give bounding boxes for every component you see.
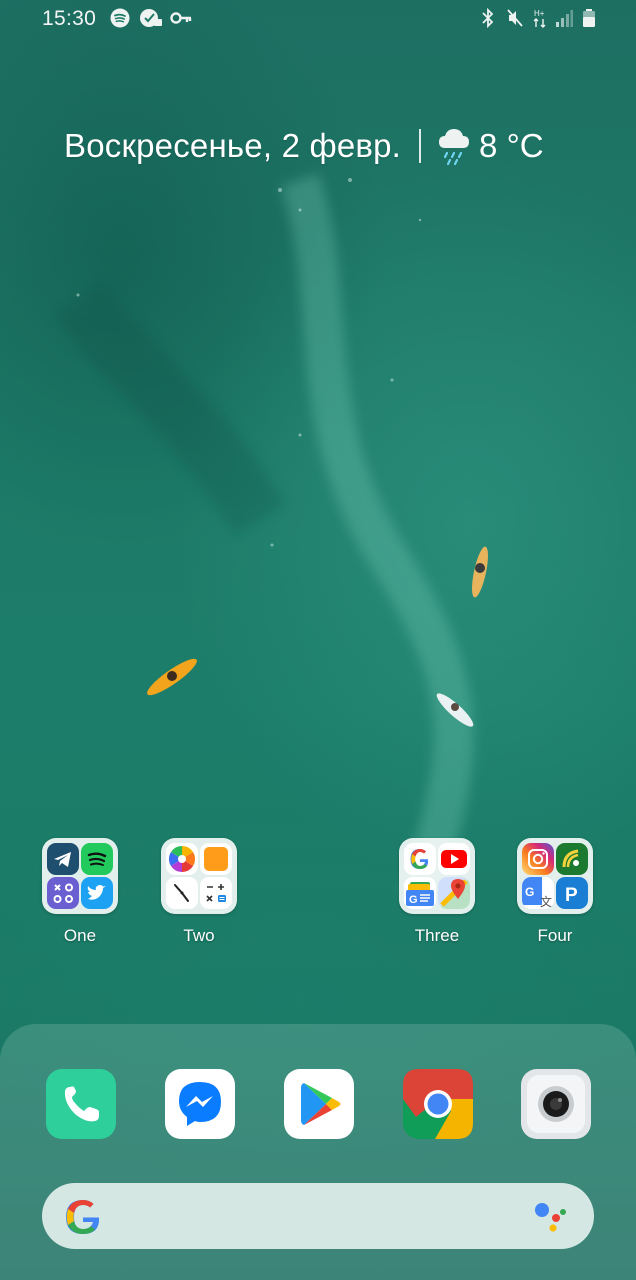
- folder-three-preview[interactable]: G: [399, 838, 475, 914]
- signal-icon: [556, 10, 573, 27]
- widget-divider: [419, 129, 422, 163]
- maps-icon: [438, 877, 470, 909]
- play-store-icon[interactable]: [284, 1069, 354, 1139]
- svg-text:G: G: [525, 885, 534, 899]
- svg-text:H+: H+: [534, 9, 545, 18]
- calculator-app-icon: [47, 877, 79, 909]
- temperature-text[interactable]: 8 °C: [479, 127, 544, 165]
- date-weather-widget[interactable]: Воскресенье, 2 февр. 8 °C: [64, 124, 544, 168]
- rain-cloud-icon[interactable]: [437, 126, 471, 166]
- phone-icon[interactable]: [46, 1069, 116, 1139]
- camera-icon[interactable]: [521, 1069, 591, 1139]
- folder-four-preview[interactable]: G 文 P: [517, 838, 593, 914]
- status-bar: 15:30 H+: [0, 0, 636, 40]
- battery-icon: [583, 9, 595, 27]
- instagram-icon: [522, 843, 554, 875]
- photos-icon: [166, 843, 198, 875]
- vpn-shield-icon: [140, 9, 162, 27]
- parking-icon: P: [556, 877, 588, 909]
- translate-icon: G 文: [522, 877, 554, 909]
- telegram-icon: [47, 843, 79, 875]
- google-search-bar[interactable]: [42, 1183, 594, 1249]
- folder-label: Two: [183, 926, 215, 945]
- twitter-icon: [81, 877, 113, 909]
- date-text[interactable]: Воскресенье, 2 февр.: [64, 127, 401, 165]
- folder-label: Four: [537, 926, 573, 945]
- svg-text:文: 文: [540, 894, 552, 909]
- folder-one[interactable]: One: [41, 838, 119, 946]
- status-time: 15:30: [42, 7, 97, 30]
- google-news-icon: G: [404, 877, 436, 909]
- folder-two-preview[interactable]: [161, 838, 237, 914]
- google-g-icon[interactable]: [64, 1198, 102, 1236]
- google-assistant-icon[interactable]: [534, 1201, 568, 1233]
- spotify-icon: [110, 8, 130, 28]
- folder-four[interactable]: G 文 P Four: [516, 838, 594, 946]
- bluetooth-icon: [482, 8, 494, 28]
- calculator-icon: [200, 877, 232, 909]
- svg-text:P: P: [565, 885, 578, 906]
- svg-text:G: G: [409, 894, 418, 906]
- clock-icon: [166, 877, 198, 909]
- folder-three[interactable]: G Three: [398, 838, 476, 946]
- folder-label: One: [63, 926, 97, 945]
- spotify-icon: [81, 843, 113, 875]
- mute-vibrate-icon: [507, 9, 523, 27]
- data-arrows-icon: H+: [533, 9, 546, 28]
- messenger-icon[interactable]: [165, 1069, 235, 1139]
- folder-label: Three: [414, 926, 460, 945]
- feedly-icon: [556, 843, 588, 875]
- key-icon: [170, 12, 192, 24]
- notes-icon: [200, 843, 232, 875]
- google-icon: [404, 843, 436, 875]
- folder-two[interactable]: Two: [160, 838, 238, 946]
- folder-one-preview[interactable]: [42, 838, 118, 914]
- youtube-icon: [438, 843, 470, 875]
- chrome-icon[interactable]: [403, 1069, 473, 1139]
